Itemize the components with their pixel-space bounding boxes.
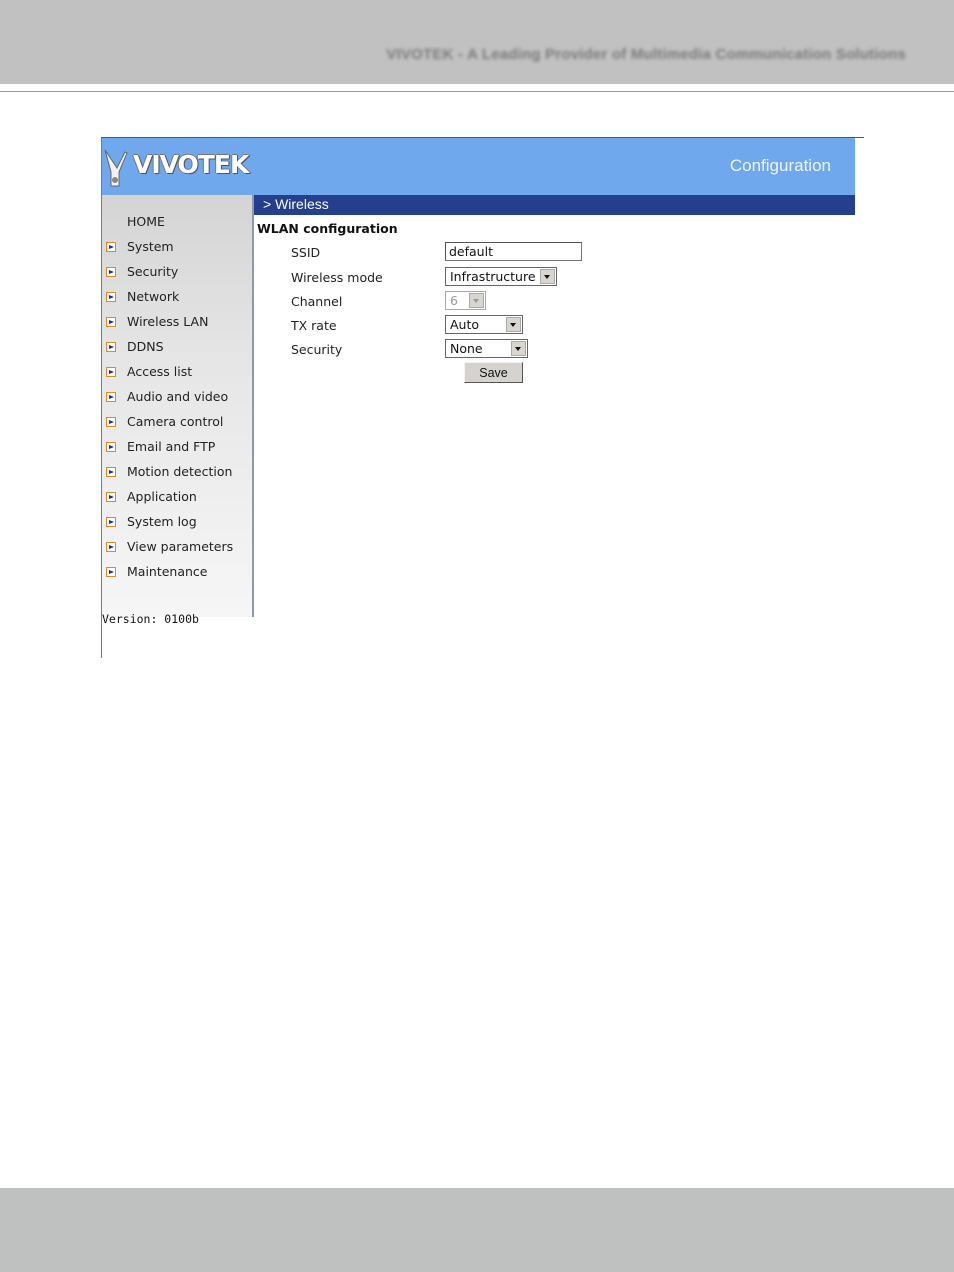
window-border [101,137,864,138]
wireless-mode-label: Wireless mode [291,270,383,285]
channel-select[interactable]: 6 [445,291,486,310]
sidebar-item-label: Application [127,489,197,504]
channel-label: Channel [291,294,343,309]
breadcrumb-text: > Wireless [263,196,329,212]
window-border [101,137,102,658]
document-header: VIVOTEK - A Leading Provider of Multimed… [0,0,954,84]
sidebar-divider [252,195,254,617]
sidebar-item-label: Security [127,264,179,279]
arrow-right-icon [106,317,116,327]
sidebar-item-label: System [127,239,174,254]
arrow-right-icon [106,392,116,402]
sidebar-item-audio-and-video[interactable]: Audio and video [101,387,252,407]
arrow-right-icon [106,292,116,302]
app-banner: VIVOTEK Configuration [101,138,855,195]
sidebar-item-label: Wireless LAN [127,314,209,329]
sidebar-item-security[interactable]: Security [101,262,252,282]
sidebar-item-label: System log [127,514,197,529]
ssid-label: SSID [291,245,321,260]
tx-rate-select[interactable]: Auto [445,315,523,334]
chevron-down-icon[interactable] [511,341,526,356]
sidebar-item-label: Network [127,289,180,304]
sidebar-item-view-parameters[interactable]: View parameters [101,537,252,557]
document-header-text: VIVOTEK - A Leading Provider of Multimed… [386,46,906,63]
chevron-down-icon[interactable] [469,293,484,308]
page-title: Configuration [729,156,831,175]
sidebar-item-home[interactable]: HOME [101,212,252,232]
save-button[interactable]: Save [464,362,523,383]
sidebar-item-access-list[interactable]: Access list [101,362,252,382]
sidebar-item-camera-control[interactable]: Camera control [101,412,252,432]
sidebar-item-label: Camera control [127,414,224,429]
sidebar-item-system[interactable]: System [101,237,252,257]
sidebar-item-label: View parameters [127,539,234,554]
vivotek-logo-icon [104,149,128,187]
security-label: Security [291,342,343,357]
arrow-right-icon [106,467,116,477]
sidebar-item-maintenance[interactable]: Maintenance [101,562,252,582]
document-footer [0,1188,954,1272]
chevron-down-icon[interactable] [506,317,521,332]
arrow-right-icon [106,517,116,527]
sidebar-item-label: DDNS [127,339,164,354]
arrow-right-icon [106,492,116,502]
channel-value: 6 [450,293,458,308]
arrow-right-icon [106,417,116,427]
sidebar-item-application[interactable]: Application [101,487,252,507]
arrow-right-icon [106,567,116,577]
sidebar-item-wireless-lan[interactable]: Wireless LAN [101,312,252,332]
tx-rate-label: TX rate [291,318,337,333]
arrow-right-icon [106,242,116,252]
sidebar: HOME System Security Network Wireless LA… [101,195,252,617]
arrow-right-icon [106,367,116,377]
section-title: WLAN configuration [257,221,398,236]
ssid-input[interactable]: default [445,242,582,261]
tx-rate-value: Auto [450,317,480,332]
sidebar-item-label: Email and FTP [127,439,216,454]
arrow-right-icon [106,542,116,552]
wireless-mode-value: Infrastructure [450,269,536,284]
arrow-right-icon [106,442,116,452]
sidebar-item-system-log[interactable]: System log [101,512,252,532]
wireless-mode-select[interactable]: Infrastructure [445,267,557,286]
chevron-down-icon[interactable] [540,269,555,284]
sidebar-item-ddns[interactable]: DDNS [101,337,252,357]
sidebar-item-label: Motion detection [127,464,233,479]
sidebar-item-network[interactable]: Network [101,287,252,307]
arrow-right-icon [106,342,116,352]
sidebar-item-label: Access list [127,364,193,379]
version-label: Version: 0100b [102,612,199,626]
header-divider [0,91,954,92]
sidebar-item-label: Maintenance [127,564,208,579]
breadcrumb: > Wireless [254,195,855,215]
arrow-right-icon [106,267,116,277]
sidebar-item-motion-detection[interactable]: Motion detection [101,462,252,482]
vivotek-logo-text: VIVOTEK [133,150,249,179]
sidebar-item-email-and-ftp[interactable]: Email and FTP [101,437,252,457]
sidebar-item-label: Audio and video [127,389,229,404]
security-value: None [450,341,483,356]
security-select[interactable]: None [445,339,528,358]
sidebar-item-label: HOME [127,214,165,229]
config-window: VIVOTEK Configuration HOME System Securi… [101,137,855,658]
